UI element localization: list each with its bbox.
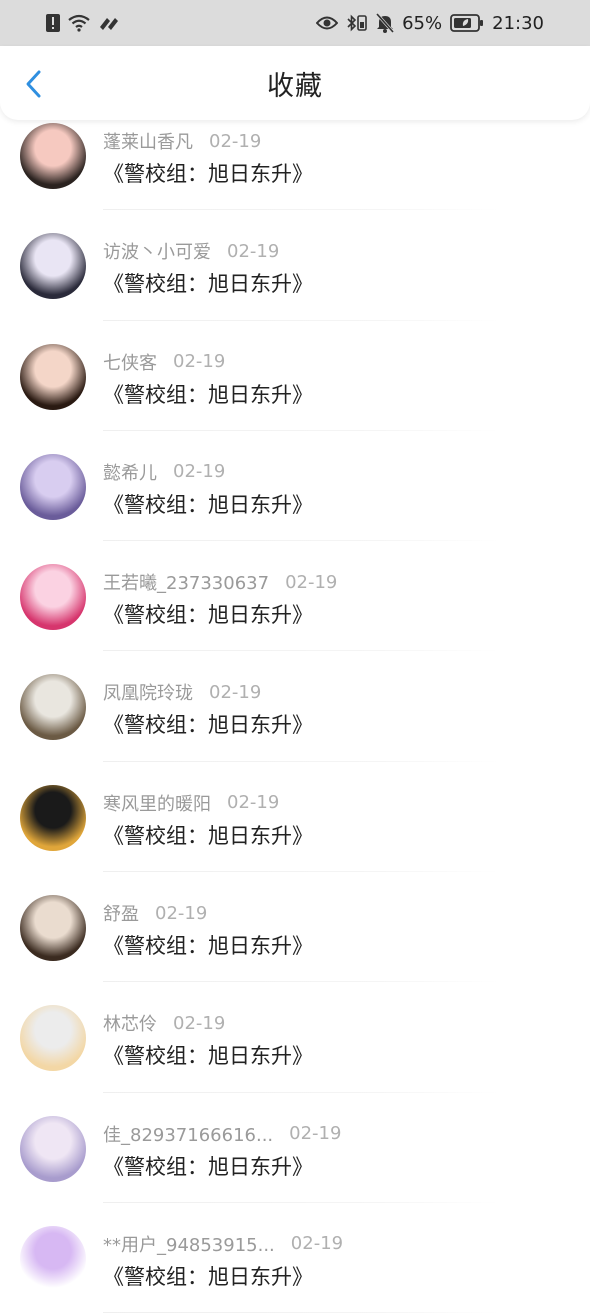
user-name[interactable]: **用户_94853915... bbox=[103, 1231, 275, 1257]
list-item[interactable]: 王若曦_237330637 02-19 《警校组：旭日东升》 bbox=[0, 541, 590, 652]
avatar[interactable] bbox=[20, 1115, 86, 1182]
mute-icon bbox=[376, 12, 395, 34]
user-name[interactable]: 王若曦_237330637 bbox=[103, 569, 269, 595]
user-name[interactable]: 佳_82937166616... bbox=[103, 1121, 273, 1147]
clock-time: 21:30 bbox=[492, 12, 544, 34]
user-name[interactable]: 蓬莱山香凡 bbox=[103, 128, 193, 154]
avatar[interactable] bbox=[20, 453, 86, 520]
list-item[interactable]: 佳_82937166616... 02-19 《警校组：旭日东升》 bbox=[0, 1093, 590, 1203]
user-name[interactable]: 懿希儿 bbox=[103, 459, 157, 485]
collection-title[interactable]: 《警校组：旭日东升》 bbox=[103, 820, 313, 850]
item-meta: 舒盈 02-19 bbox=[103, 900, 207, 926]
item-meta: 访波丶小可爱 02-19 bbox=[103, 238, 279, 264]
eye-icon bbox=[316, 12, 339, 34]
favorites-list: 蓬莱山香凡 02-19 《警校组：旭日东升》 访波丶小可爱 02-19 《警校组：旭日东升… bbox=[0, 100, 590, 1313]
item-date: 02-19 bbox=[209, 130, 262, 152]
collection-title[interactable]: 《警校组：旭日东升》 bbox=[103, 1151, 313, 1181]
avatar[interactable] bbox=[20, 674, 86, 741]
status-right: 65% 21:30 bbox=[316, 12, 544, 34]
collection-title[interactable]: 《警校组：旭日东升》 bbox=[103, 930, 313, 960]
avatar[interactable] bbox=[20, 1005, 86, 1072]
avatar[interactable] bbox=[20, 784, 86, 851]
avatar[interactable] bbox=[20, 564, 86, 631]
item-meta: 佳_82937166616... 02-19 bbox=[103, 1121, 341, 1147]
list-item[interactable]: 寒风里的暖阳 02-19 《警校组：旭日东升》 bbox=[0, 762, 590, 873]
item-meta: 凤凰院玲珑 02-19 bbox=[103, 679, 261, 705]
item-date: 02-19 bbox=[227, 792, 280, 814]
battery-icon bbox=[450, 12, 484, 34]
collection-title[interactable]: 《警校组：旭日东升》 bbox=[103, 1040, 313, 1070]
item-meta: 蓬莱山香凡 02-19 bbox=[103, 128, 261, 154]
collection-title[interactable]: 《警校组：旭日东升》 bbox=[103, 599, 313, 629]
list-item[interactable]: 七侠客 02-19 《警校组：旭日东升》 bbox=[0, 321, 590, 431]
list-item[interactable]: **用户_94853915... 02-19 《警校组：旭日东升》 bbox=[0, 1203, 590, 1313]
item-date: 02-19 bbox=[173, 351, 226, 373]
avatar[interactable] bbox=[20, 123, 86, 189]
list-item[interactable]: 凤凰院玲珑 02-19 《警校组：旭日东升》 bbox=[0, 651, 590, 762]
avatar[interactable] bbox=[20, 233, 86, 300]
list-item[interactable]: 林芯伶 02-19 《警校组：旭日东升》 bbox=[0, 982, 590, 1093]
collection-title[interactable]: 《警校组：旭日东升》 bbox=[103, 489, 313, 519]
item-date: 02-19 bbox=[290, 1233, 344, 1255]
item-meta: **用户_94853915... 02-19 bbox=[103, 1231, 343, 1257]
item-date: 02-19 bbox=[289, 1123, 342, 1145]
user-name[interactable]: 林芯伶 bbox=[103, 1010, 157, 1036]
item-date: 02-19 bbox=[155, 902, 208, 924]
item-date: 02-19 bbox=[173, 1012, 226, 1034]
collection-title[interactable]: 《警校组：旭日东升》 bbox=[103, 268, 313, 298]
bluetooth-battery-icon bbox=[346, 12, 368, 34]
avatar[interactable] bbox=[20, 895, 86, 962]
item-meta: 王若曦_237330637 02-19 bbox=[103, 569, 337, 595]
status-bar: 65% 21:30 bbox=[0, 0, 590, 46]
list-item[interactable]: 舒盈 02-19 《警校组：旭日东升》 bbox=[0, 872, 590, 983]
user-name[interactable]: 访波丶小可爱 bbox=[103, 238, 211, 264]
user-name[interactable]: 凤凰院玲珑 bbox=[103, 679, 193, 705]
avatar[interactable] bbox=[20, 1225, 86, 1292]
page-title: 收藏 bbox=[267, 70, 323, 102]
item-meta: 懿希儿 02-19 bbox=[103, 459, 225, 485]
list-item[interactable]: 访波丶小可爱 02-19 《警校组：旭日东升》 bbox=[0, 210, 590, 321]
item-date: 02-19 bbox=[173, 461, 226, 483]
app-header: 收藏 bbox=[0, 46, 590, 120]
notification-icon bbox=[46, 12, 60, 34]
item-meta: 七侠客 02-19 bbox=[103, 349, 225, 375]
collection-title[interactable]: 《警校组：旭日东升》 bbox=[103, 379, 313, 409]
wifi-icon bbox=[68, 12, 90, 34]
status-left bbox=[46, 12, 120, 34]
avatar[interactable] bbox=[20, 343, 86, 410]
user-name[interactable]: 寒风里的暖阳 bbox=[103, 790, 211, 816]
item-date: 02-19 bbox=[285, 571, 338, 593]
user-name[interactable]: 七侠客 bbox=[103, 349, 157, 375]
signal-boost-icon bbox=[98, 12, 120, 34]
user-name[interactable]: 舒盈 bbox=[103, 900, 139, 926]
battery-percent: 65% bbox=[402, 12, 443, 34]
item-date: 02-19 bbox=[209, 681, 262, 703]
item-date: 02-19 bbox=[227, 240, 280, 262]
list-item[interactable]: 懿希儿 02-19 《警校组：旭日东升》 bbox=[0, 431, 590, 542]
collection-title[interactable]: 《警校组：旭日东升》 bbox=[103, 709, 313, 739]
item-meta: 寒风里的暖阳 02-19 bbox=[103, 790, 279, 816]
collection-title[interactable]: 《警校组：旭日东升》 bbox=[103, 158, 313, 188]
collection-title[interactable]: 《警校组：旭日东升》 bbox=[103, 1261, 313, 1291]
item-meta: 林芯伶 02-19 bbox=[103, 1010, 225, 1036]
